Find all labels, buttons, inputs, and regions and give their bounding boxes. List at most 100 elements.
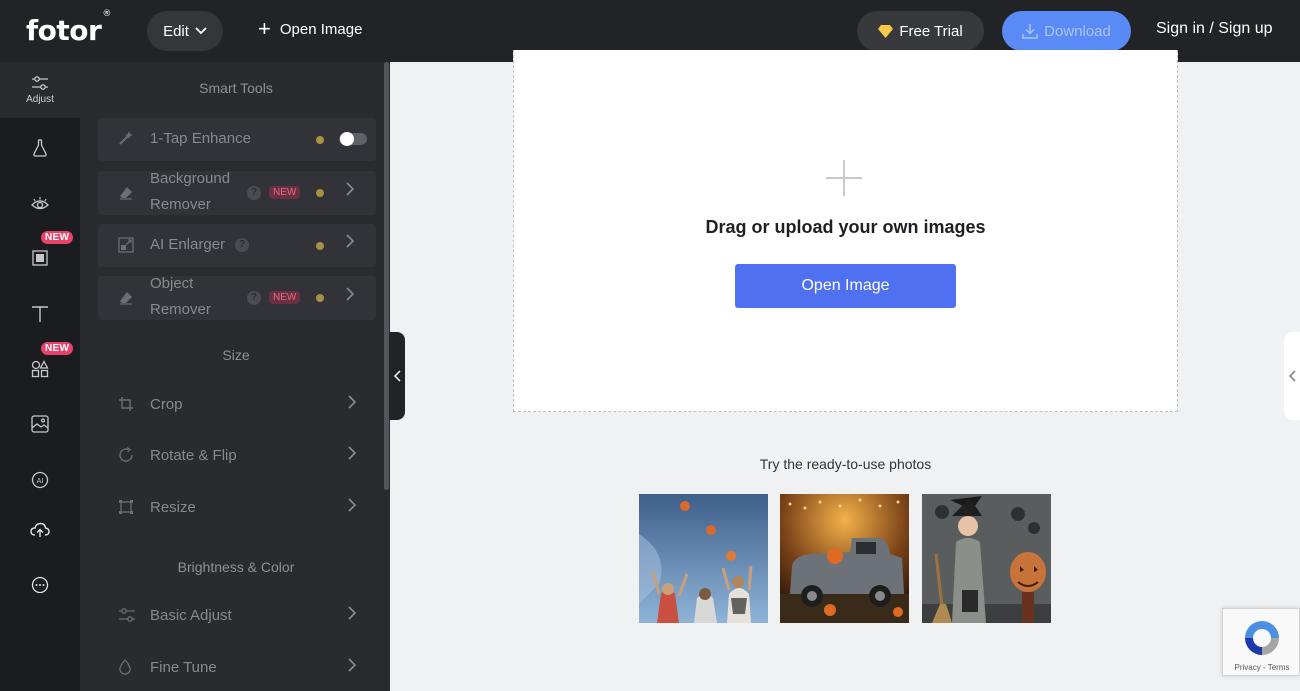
download-icon — [1022, 24, 1038, 39]
free-trial-button[interactable]: Free Trial — [857, 11, 984, 51]
chevron-left-icon — [393, 370, 401, 382]
premium-dot — [316, 136, 324, 144]
new-badge-frames: NEW — [41, 231, 74, 244]
text-icon — [32, 306, 48, 322]
recaptcha-privacy-terms[interactable]: Privacy - Terms — [1223, 663, 1300, 672]
smart-tools-title: Smart Tools — [199, 80, 273, 96]
tool-background-remover[interactable]: Background Remover ? NEW — [98, 170, 376, 215]
droplet-icon — [118, 659, 132, 680]
rotate-icon — [118, 446, 134, 468]
magic-wand-icon — [118, 130, 134, 149]
one-tap-toggle[interactable] — [339, 132, 367, 146]
new-tag-object-remover: NEW — [269, 291, 301, 304]
chevron-down-icon — [195, 27, 207, 35]
shapes-icon — [31, 360, 49, 378]
crop-icon — [118, 396, 134, 417]
rail-item-upload[interactable] — [0, 502, 80, 558]
ai-icon: AI — [31, 471, 49, 489]
open-image-button[interactable]: Open Image — [735, 264, 956, 308]
free-trial-label: Free Trial — [899, 22, 963, 40]
size-title: Size — [222, 347, 250, 363]
eye-icon — [31, 197, 49, 210]
sample-photo-1[interactable] — [639, 494, 768, 623]
sign-in-link[interactable]: Sign in / Sign up — [1156, 20, 1273, 38]
add-image-plus-icon[interactable] — [826, 160, 862, 196]
rail-item-text[interactable] — [0, 286, 80, 342]
rail-item-adjust[interactable]: Adjust — [0, 62, 80, 118]
diamond-icon — [878, 24, 894, 38]
rail-item-more[interactable] — [0, 557, 80, 613]
edit-label: Edit — [163, 22, 189, 40]
fine-tune-label: Fine Tune — [150, 659, 217, 676]
rail-item-beauty[interactable] — [0, 176, 80, 232]
rail-item-ai[interactable]: AI — [0, 452, 80, 508]
crop-label: Crop — [150, 396, 183, 413]
tool-basic-adjust[interactable]: Basic Adjust — [98, 597, 376, 637]
bg-remover-label-1: Background — [150, 170, 231, 187]
basic-adjust-label: Basic Adjust — [150, 607, 232, 624]
help-icon[interactable]: ? — [235, 238, 249, 252]
rotate-label: Rotate & Flip — [150, 447, 237, 464]
new-tag-bg-remover: NEW — [269, 186, 301, 199]
expand-right-panel-button[interactable] — [1284, 332, 1300, 420]
fotor-logo[interactable]: fotor® — [26, 9, 111, 47]
resize-icon — [118, 499, 134, 520]
enlarge-icon — [118, 237, 134, 256]
tool-crop[interactable]: Crop — [98, 386, 376, 426]
tool-fine-tune[interactable]: Fine Tune — [98, 649, 376, 689]
premium-dot — [316, 294, 324, 302]
chevron-right-icon — [346, 234, 355, 253]
chevron-right-icon — [348, 446, 357, 465]
tool-ai-enlarger[interactable]: AI Enlarger ? — [98, 224, 376, 267]
rail-adjust-label: Adjust — [26, 94, 54, 105]
chevron-right-icon — [346, 287, 355, 306]
recaptcha-badge[interactable]: Privacy - Terms — [1222, 608, 1300, 676]
one-tap-label: 1-Tap Enhance — [150, 130, 251, 147]
premium-dot — [316, 242, 324, 250]
open-image-top-button[interactable]: + Open Image — [258, 16, 363, 41]
ai-enlarger-label: AI Enlarger — [150, 236, 226, 253]
eraser-icon — [118, 290, 134, 309]
tool-resize[interactable]: Resize — [98, 489, 376, 529]
rail-item-effects[interactable] — [0, 120, 80, 176]
collapse-panel-button[interactable] — [389, 332, 405, 420]
open-image-top-label: Open Image — [279, 20, 363, 38]
object-remover-label-2: Remover — [150, 301, 211, 318]
download-label: Download — [1044, 22, 1111, 40]
sample-photo-2[interactable] — [780, 494, 909, 623]
cloud-upload-icon — [30, 522, 50, 537]
chevron-right-icon — [348, 498, 357, 517]
chevron-right-icon — [346, 182, 355, 201]
tool-one-tap-enhance[interactable]: 1-Tap Enhance — [98, 118, 376, 161]
image-icon — [31, 415, 49, 433]
premium-dot — [316, 189, 324, 197]
tool-rotate-flip[interactable]: Rotate & Flip — [98, 437, 376, 477]
sliders-icon — [32, 76, 48, 90]
download-button[interactable]: Download — [1002, 11, 1131, 51]
brightness-color-title: Brightness & Color — [177, 559, 295, 575]
frame-icon — [32, 250, 48, 266]
chevron-right-icon — [348, 395, 357, 414]
help-icon[interactable]: ? — [247, 186, 261, 200]
drag-upload-text: Drag or upload your own images — [705, 217, 986, 237]
recaptcha-logo-icon — [1245, 621, 1279, 655]
try-photos-text: Try the ready-to-use photos — [759, 456, 932, 472]
sliders-icon — [118, 607, 136, 628]
resize-label: Resize — [150, 499, 196, 516]
toggle-knob — [340, 132, 354, 146]
bg-remover-label-2: Remover — [150, 196, 211, 213]
chevron-right-icon — [348, 658, 357, 677]
new-badge-elements: NEW — [41, 342, 74, 355]
chevron-left-icon — [1288, 370, 1296, 382]
edit-menu-button[interactable]: Edit — [147, 11, 223, 51]
chevron-right-icon — [348, 606, 357, 625]
svg-text:AI: AI — [37, 477, 44, 485]
eraser-icon — [118, 185, 134, 204]
object-remover-label-1: Object — [150, 275, 194, 292]
plus-icon: + — [258, 16, 271, 41]
tool-object-remover[interactable]: Object Remover ? NEW — [98, 275, 376, 320]
rail-item-photos[interactable] — [0, 396, 80, 452]
help-icon[interactable]: ? — [247, 291, 261, 305]
sample-photo-3[interactable] — [922, 494, 1051, 623]
panel-scrollbar[interactable] — [384, 62, 389, 490]
